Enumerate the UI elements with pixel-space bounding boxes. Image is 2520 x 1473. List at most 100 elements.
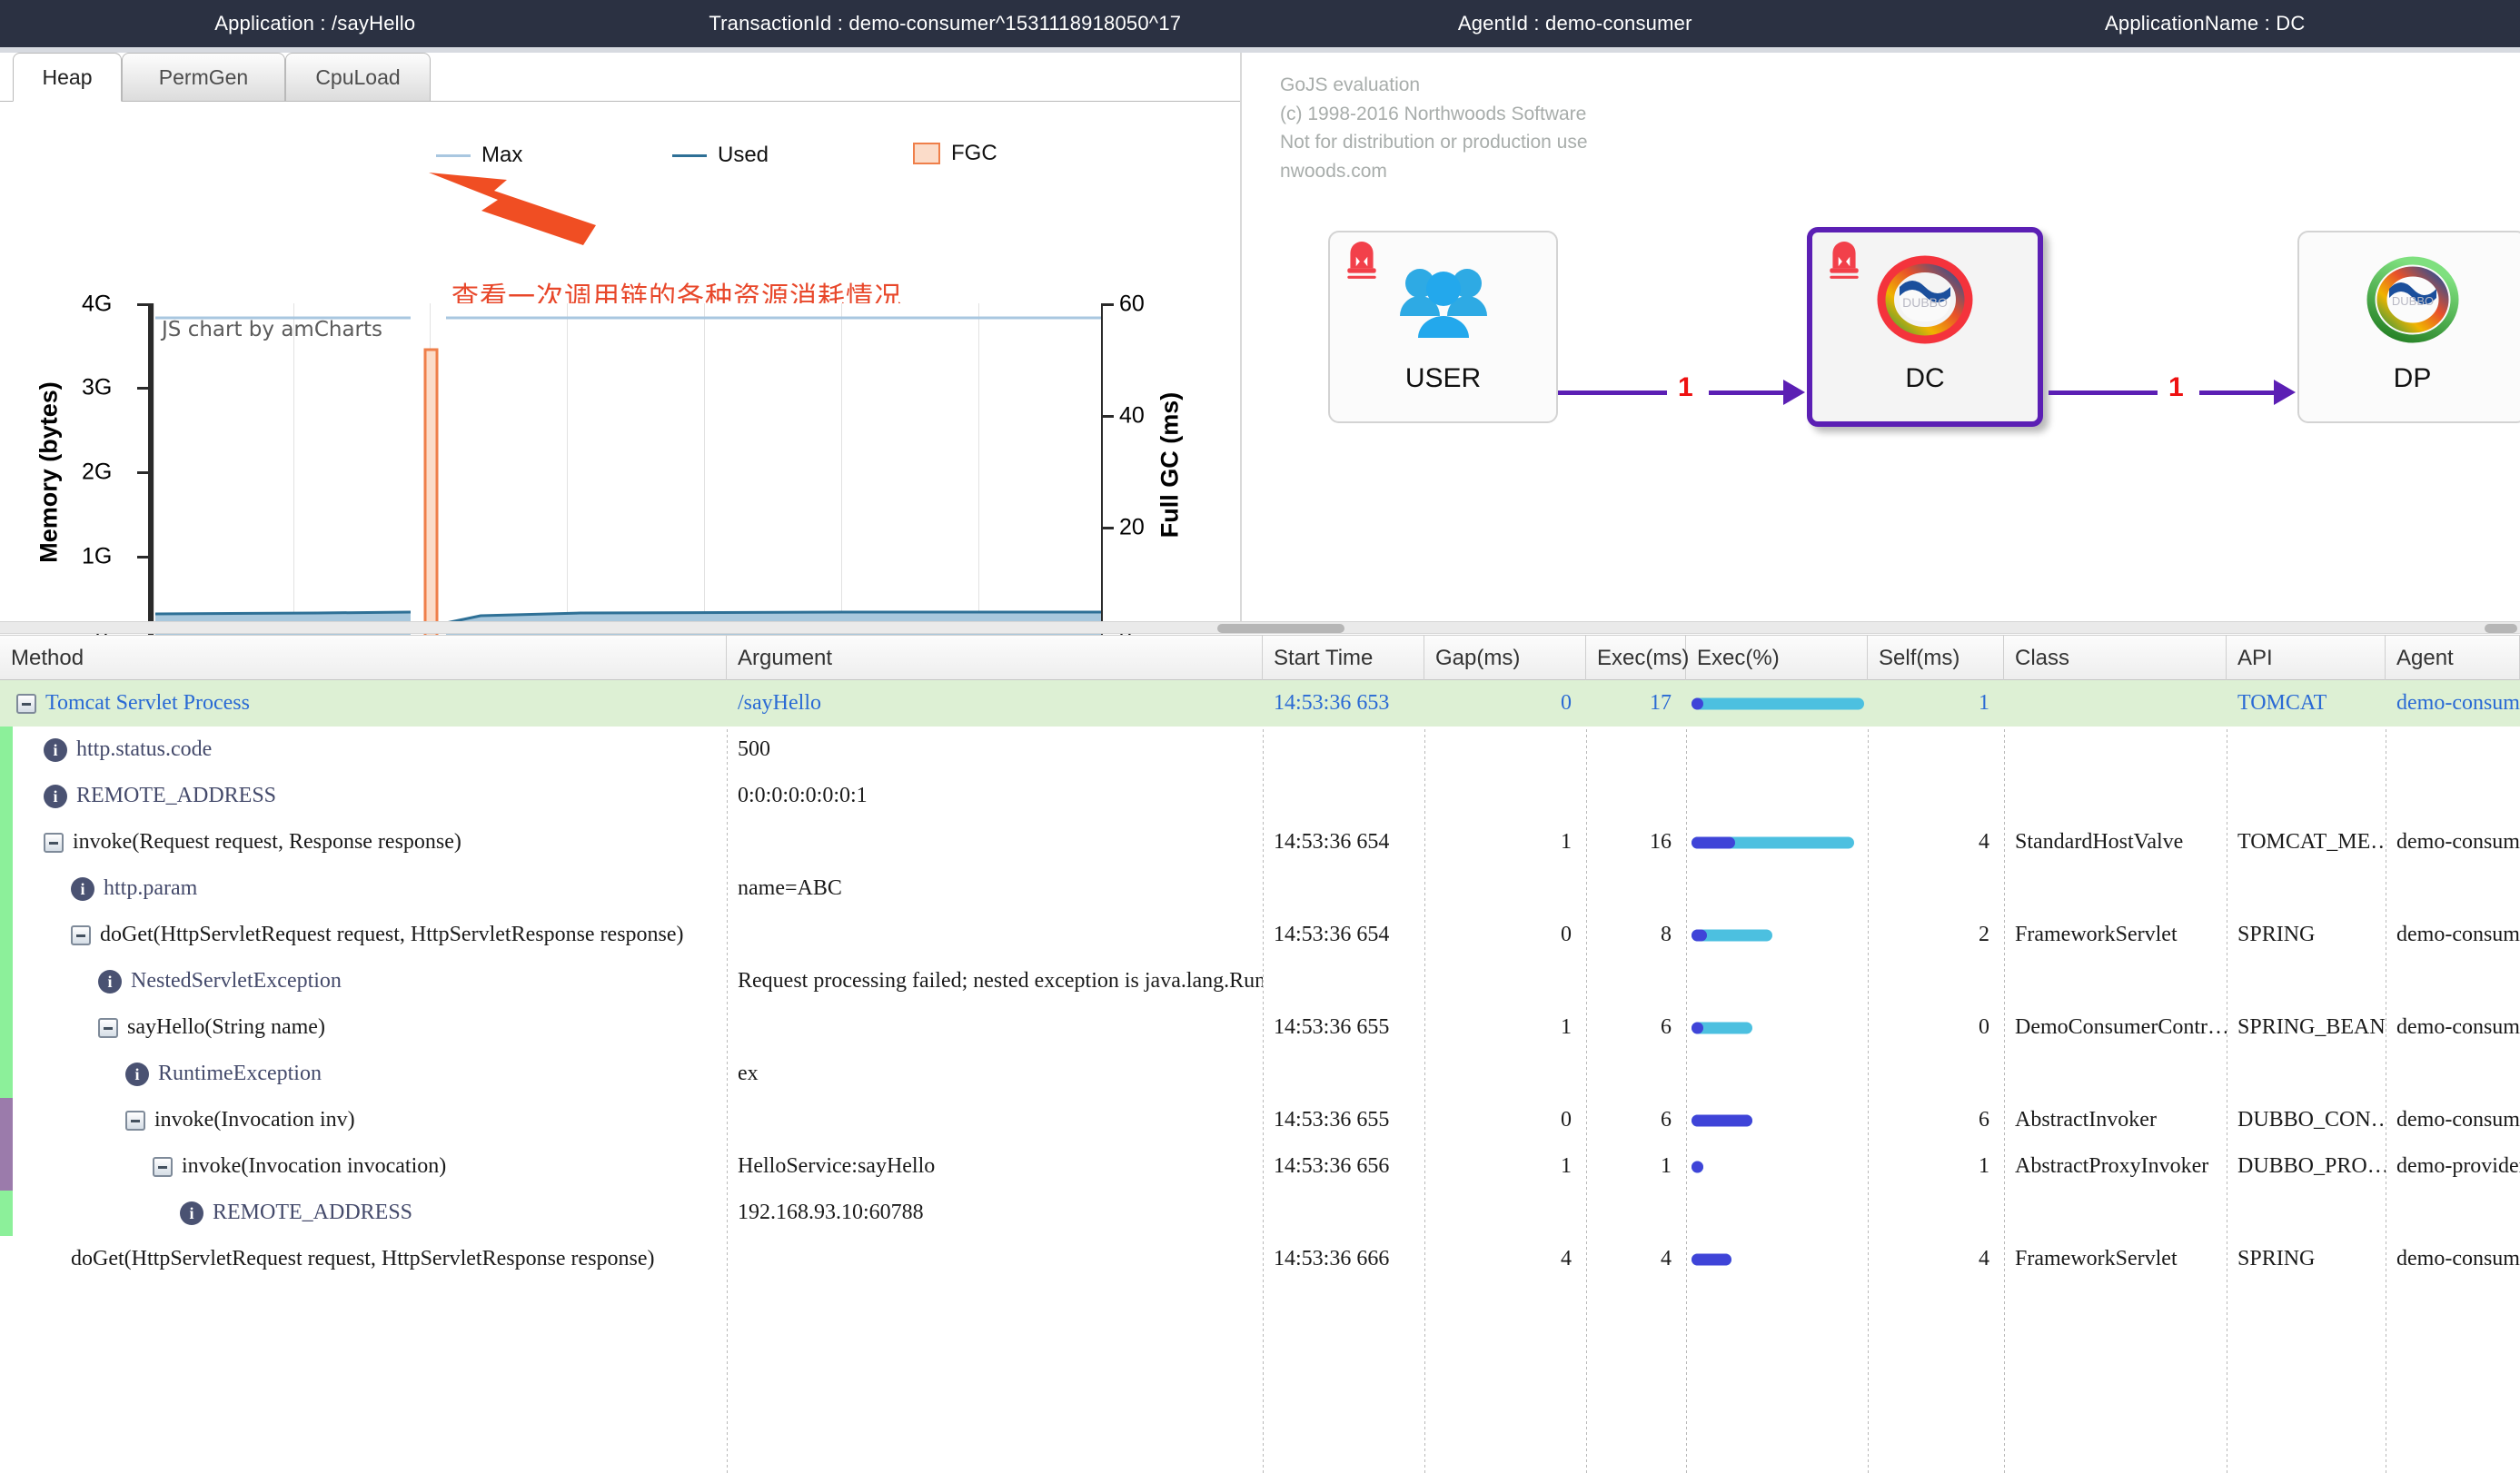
cell-method[interactable]: invoke(Invocation invocation): [0, 1143, 727, 1190]
gojs-watermark-line-0: GoJS evaluation: [1280, 71, 1588, 100]
cell-agent: demo-consume: [2386, 1236, 2520, 1282]
cell-gap: [1424, 727, 1586, 773]
column-header-self[interactable]: Self(ms): [1868, 636, 2004, 680]
cell-method[interactable]: ihttp.status.code: [0, 727, 727, 773]
cell-argument: HelloService:sayHello: [727, 1143, 1263, 1190]
legend-line-used: [672, 154, 707, 157]
column-header-gap[interactable]: Gap(ms): [1424, 636, 1586, 680]
tab-cpuload[interactable]: CpuLoad: [285, 53, 431, 102]
cell-method[interactable]: iREMOTE_ADDRESS: [0, 1190, 727, 1236]
legend-item-used[interactable]: Used: [672, 143, 769, 168]
cell-method[interactable]: doGet(HttpServletRequest request, HttpSe…: [0, 912, 727, 958]
info-icon: i: [98, 970, 122, 994]
column-header-start[interactable]: Start Time: [1263, 636, 1424, 680]
cell-method[interactable]: sayHello(String name): [0, 1004, 727, 1051]
cell-method-label: http.param: [104, 876, 197, 901]
cell-exec: [1586, 773, 1686, 819]
cell-method-label: REMOTE_ADDRESS: [213, 1201, 412, 1225]
call-tree-table-header: MethodArgumentStart TimeGap(ms)Exec(ms)E…: [0, 635, 2520, 680]
table-row[interactable]: invoke(Invocation inv)14:53:36 655066Abs…: [0, 1097, 2520, 1143]
cell-api: SPRING_BEAN: [2227, 1004, 2386, 1051]
scrollbar-thumb-right[interactable]: [2485, 624, 2517, 633]
cell-method[interactable]: iNestedServletException: [0, 958, 727, 1004]
cell-start: 14:53:36 654: [1263, 912, 1424, 958]
collapse-toggle-icon[interactable]: [16, 694, 36, 714]
cell-exec-percent: [1686, 1097, 1868, 1143]
cell-gap: 1: [1424, 1143, 1586, 1190]
y-axis-right-title: Full GC (ms): [1156, 392, 1185, 539]
cell-method[interactable]: Tomcat Servlet Process: [0, 680, 727, 727]
cell-exec: [1586, 1051, 1686, 1097]
cell-argument: [727, 819, 1263, 865]
tab-permgen[interactable]: PermGen: [122, 53, 285, 102]
table-row[interactable]: invoke(Request request, Response respons…: [0, 819, 2520, 865]
table-row[interactable]: sayHello(String name)14:53:36 655160Demo…: [0, 1004, 2520, 1051]
table-row[interactable]: iRuntimeExceptionex: [0, 1051, 2520, 1097]
call-tree-table: MethodArgumentStart TimeGap(ms)Exec(ms)E…: [0, 635, 2520, 1473]
cell-method[interactable]: doGet(HttpServletRequest request, HttpSe…: [0, 1236, 727, 1282]
cell-gap: 1: [1424, 819, 1586, 865]
y-tick-right-40: [1101, 415, 1114, 418]
table-row[interactable]: Tomcat Servlet Process/sayHello14:53:36 …: [0, 680, 2520, 727]
cell-exec-percent: [1686, 819, 1868, 865]
legend-box-fgc: [913, 143, 940, 164]
table-row[interactable]: invoke(Invocation invocation) HelloServic…: [0, 1143, 2520, 1190]
cell-exec: 8: [1586, 912, 1686, 958]
legend-item-max[interactable]: Max: [436, 143, 522, 168]
diagram-node-dc[interactable]: DUBBO DC: [1807, 227, 2043, 427]
collapse-toggle-icon[interactable]: [153, 1157, 173, 1177]
cell-start: 14:53:36 654: [1263, 819, 1424, 865]
chart-legend: Max Used FGC: [436, 143, 1072, 175]
table-row[interactable]: ihttp.status.code500: [0, 727, 2520, 773]
column-header-execpct[interactable]: Exec(%): [1686, 636, 1868, 680]
cell-method[interactable]: i http.param: [0, 865, 727, 912]
cell-agent: [2386, 727, 2520, 773]
scrollbar-thumb-left[interactable]: [1217, 624, 1344, 633]
table-row[interactable]: doGet(HttpServletRequest request, HttpSe…: [0, 912, 2520, 958]
cell-exec-percent: [1686, 958, 1868, 1004]
cell-exec: 1: [1586, 1143, 1686, 1190]
cell-start: [1263, 1051, 1424, 1097]
cell-method-label: invoke(Invocation invocation): [182, 1154, 446, 1179]
collapse-toggle-icon[interactable]: [44, 833, 64, 853]
cell-method[interactable]: iRuntimeException: [0, 1051, 727, 1097]
table-row[interactable]: iNestedServletExceptionRequest processin…: [0, 958, 2520, 1004]
table-row[interactable]: doGet(HttpServletRequest request, HttpSe…: [0, 1236, 2520, 1282]
table-row[interactable]: ihttp.paramname=ABC: [0, 865, 2520, 912]
cell-method-label: REMOTE_ADDRESS: [76, 784, 276, 808]
column-header-agent[interactable]: Agent: [2386, 636, 2520, 680]
collapse-toggle-icon[interactable]: [125, 1111, 145, 1131]
cell-exec-percent: [1686, 912, 1868, 958]
red-arrow-annotation: [427, 167, 600, 249]
cell-agent: [2386, 865, 2520, 912]
collapse-toggle-icon[interactable]: [98, 1018, 118, 1038]
info-icon: i: [71, 877, 94, 901]
collapse-toggle-icon[interactable]: [71, 925, 91, 945]
cell-argument: [727, 912, 1263, 958]
cell-exec-percent: [1686, 1143, 1868, 1190]
diagram-node-user[interactable]: USER: [1328, 231, 1558, 423]
column-header-method[interactable]: Method: [0, 636, 727, 680]
table-row[interactable]: iREMOTE_ADDRESS192.168.93.10:60788: [0, 1190, 2520, 1236]
call-topology-diagram[interactable]: GoJS evaluation (c) 1998-2016 Northwoods…: [1244, 53, 2520, 621]
cell-exec: [1586, 958, 1686, 1004]
horizontal-scrollbar[interactable]: [0, 621, 2520, 634]
cell-exec-percent: [1686, 1051, 1868, 1097]
table-row[interactable]: iREMOTE_ADDRESS0:0:0:0:0:0:0:1: [0, 773, 2520, 819]
column-header-arg[interactable]: Argument: [727, 636, 1263, 680]
cell-method[interactable]: iREMOTE_ADDRESS: [0, 773, 727, 819]
cell-exec: [1586, 1190, 1686, 1236]
tab-heap[interactable]: Heap: [13, 53, 122, 102]
cell-method[interactable]: invoke(Request request, Response respons…: [0, 819, 727, 865]
top-header-bar: Application : /sayHello TransactionId : …: [0, 0, 2520, 47]
diagram-node-dp[interactable]: DUBBO DP: [2297, 231, 2520, 423]
cell-method-label: sayHello(String name): [127, 1015, 325, 1040]
legend-item-fgc[interactable]: FGC: [913, 141, 997, 166]
cell-method[interactable]: invoke(Invocation inv): [0, 1097, 727, 1143]
column-header-class[interactable]: Class: [2004, 636, 2227, 680]
call-tree-table-body[interactable]: Tomcat Servlet Process/sayHello14:53:36 …: [0, 680, 2520, 1473]
column-header-api[interactable]: API: [2227, 636, 2386, 680]
cell-gap: [1424, 958, 1586, 1004]
cell-exec: 16: [1586, 819, 1686, 865]
column-header-exec[interactable]: Exec(ms): [1586, 636, 1686, 680]
